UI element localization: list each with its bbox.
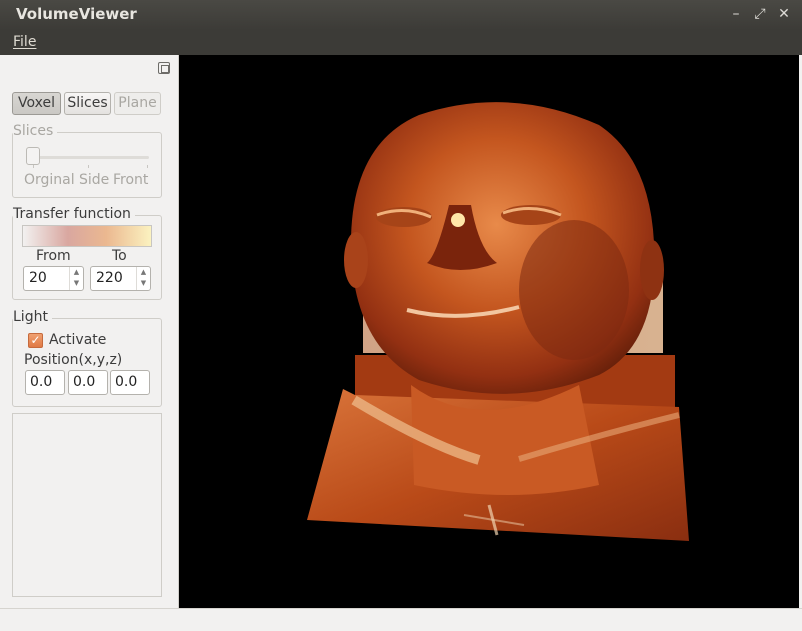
from-label: From <box>36 248 71 264</box>
slice-label-front: Front <box>113 172 149 188</box>
transfer-function-gradient[interactable] <box>22 225 152 247</box>
status-bar <box>0 608 802 631</box>
spin-arrows-icon[interactable]: ▲ ▼ <box>136 267 150 290</box>
empty-panel-area <box>12 413 162 597</box>
title-bar: VolumeViewer – ⤢ ✕ <box>0 0 802 30</box>
position-label: Position(x,y,z) <box>24 352 123 368</box>
slider-tick <box>147 165 148 168</box>
menu-bar: File <box>0 30 802 55</box>
tab-slices[interactable]: Slices <box>64 92 111 115</box>
close-icon[interactable]: ✕ <box>775 4 793 24</box>
transfer-function-group: Transfer function From To 20 ▲ ▼ 220 ▲ ▼ <box>12 206 162 300</box>
maximize-icon[interactable]: ⤢ <box>751 4 769 24</box>
slices-group-title: Slices <box>13 123 58 139</box>
slice-label-side: Side <box>79 172 110 188</box>
spin-arrows-icon[interactable]: ▲ ▼ <box>69 267 83 290</box>
light-group-title: Light <box>13 309 52 325</box>
position-z-input[interactable]: 0.0 <box>110 370 150 395</box>
volume-render-image <box>307 102 689 541</box>
from-value: 20 <box>29 270 47 286</box>
app-window: VolumeViewer – ⤢ ✕ File Voxel Slices Pla… <box>0 0 802 631</box>
to-spinbox[interactable]: 220 ▲ ▼ <box>90 266 151 291</box>
to-label: To <box>112 248 127 264</box>
minimize-icon[interactable]: – <box>727 4 745 24</box>
slider-tick <box>88 165 89 168</box>
menu-file[interactable]: File <box>13 34 36 50</box>
tab-plane: Plane <box>114 92 161 115</box>
slider-tick <box>33 165 34 168</box>
control-panel: Voxel Slices Plane Slices Orginal Side F… <box>0 55 179 608</box>
activate-label: Activate <box>49 332 107 348</box>
slice-slider-handle <box>26 147 40 165</box>
window-title: VolumeViewer <box>16 5 137 23</box>
from-spinbox[interactable]: 20 ▲ ▼ <box>23 266 84 291</box>
position-x-input[interactable]: 0.0 <box>25 370 65 395</box>
slices-group: Slices Orginal Side Front <box>12 123 162 198</box>
position-y-input[interactable]: 0.0 <box>68 370 108 395</box>
light-group: Light ✓ Activate Position(x,y,z) 0.0 0.0… <box>12 309 162 407</box>
slice-label-original: Orginal <box>24 172 75 188</box>
tab-voxel[interactable]: Voxel <box>12 92 61 115</box>
transfer-group-title: Transfer function <box>13 206 135 222</box>
float-dock-icon[interactable] <box>158 62 170 74</box>
volume-render-viewport[interactable] <box>179 55 799 608</box>
slice-slider-track <box>31 156 149 159</box>
activate-checkbox[interactable]: ✓ <box>28 333 43 348</box>
to-value: 220 <box>96 270 123 286</box>
